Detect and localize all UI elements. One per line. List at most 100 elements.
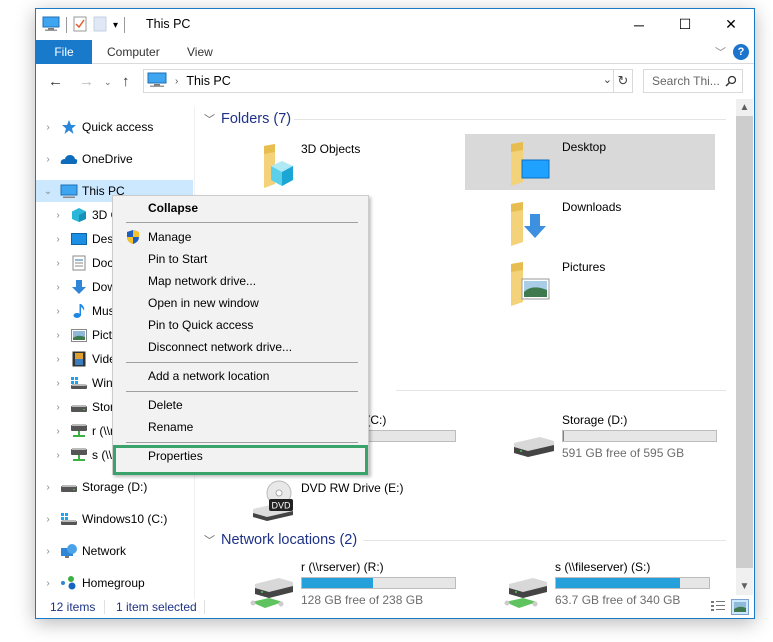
new-folder-qat-icon[interactable] [93, 16, 107, 35]
menu-item-map-network-drive[interactable]: Map network drive... [115, 270, 367, 292]
nav-item-label: Quick access [82, 120, 154, 134]
drive-usage-fill [556, 578, 681, 588]
drive-tile-dvd-e[interactable]: DVD DVD RW Drive (E:) [204, 479, 454, 537]
expand-chevron-icon[interactable]: › [52, 258, 64, 269]
close-button[interactable]: ✕ [708, 9, 754, 40]
properties-qat-icon[interactable] [73, 16, 87, 35]
network-drive-icon [70, 447, 88, 463]
expand-chevron-icon[interactable]: › [52, 234, 64, 245]
folder-tile-3d-objects[interactable]: 3D Objects [204, 136, 454, 192]
tab-computer[interactable]: Computer [107, 40, 160, 64]
folder-tile-desktop[interactable]: Desktop [465, 134, 715, 190]
address-dropdown-icon[interactable]: ⌄ [603, 73, 612, 86]
menu-item-delete[interactable]: Delete [115, 394, 367, 416]
expand-chevron-icon[interactable]: › [42, 482, 54, 493]
menu-item-collapse[interactable]: Collapse [115, 197, 367, 219]
expand-chevron-icon[interactable]: › [52, 210, 64, 221]
expand-chevron-icon[interactable]: › [52, 354, 64, 365]
network-icon [60, 543, 78, 559]
menu-item-add-network-location[interactable]: Add a network location [115, 365, 367, 387]
expand-ribbon-icon[interactable]: ﹀ [715, 44, 726, 60]
folder-tile-downloads[interactable]: Downloads [465, 194, 715, 250]
menu-separator [126, 442, 358, 443]
minimize-button[interactable]: ─ [616, 9, 662, 40]
nav-item-quick-access[interactable]: › Quick access [36, 116, 193, 138]
search-input[interactable]: Search Thi... [643, 69, 743, 93]
nav-item-label: OneDrive [82, 152, 133, 166]
folders-group-header[interactable]: ﹀ Folders (7) [204, 109, 291, 129]
drive-name: r (\\rserver) (R:) [301, 560, 384, 574]
nav-item-homegroup[interactable]: › Homegroup [36, 572, 193, 594]
collapse-group-chevron-icon[interactable]: ﹀ [204, 111, 215, 127]
menu-separator [126, 222, 358, 223]
menu-item-rename[interactable]: Rename [115, 416, 367, 438]
scrollbar-thumb[interactable] [736, 116, 753, 568]
navigation-bar: ← → ⌄ ↑ › This PC ⌄ ↻ Search Thi... [36, 64, 754, 100]
3d-objects-icon [70, 207, 88, 223]
recent-locations-button[interactable]: ⌄ [104, 77, 112, 88]
folder-tile-pictures[interactable]: Pictures [465, 254, 715, 310]
menu-item-pin-to-start[interactable]: Pin to Start [115, 248, 367, 270]
drive-icon [70, 399, 88, 415]
expand-chevron-icon[interactable]: › [42, 546, 54, 557]
scroll-down-icon[interactable]: ▼ [736, 578, 753, 595]
computer-icon [147, 72, 167, 91]
customize-qat-icon[interactable]: ▾ [113, 20, 118, 31]
search-icon[interactable] [725, 70, 737, 94]
expand-chevron-icon[interactable]: › [52, 402, 64, 413]
scroll-up-icon[interactable]: ▲ [736, 99, 753, 116]
collapse-chevron-icon[interactable]: ⌄ [42, 186, 54, 197]
details-view-icon[interactable] [710, 600, 726, 617]
network-drive-icon [70, 423, 88, 439]
vertical-scrollbar[interactable]: ▲ ▼ [736, 99, 753, 595]
expand-chevron-icon[interactable]: › [42, 154, 54, 165]
maximize-button[interactable]: ☐ [662, 9, 708, 40]
drive-tile-storage-d[interactable]: Storage (D:) 591 GB free of 595 GB [465, 413, 717, 469]
expand-chevron-icon[interactable]: › [42, 122, 54, 133]
forward-button[interactable]: → [79, 73, 94, 90]
expand-chevron-icon[interactable]: › [52, 282, 64, 293]
nav-item-storage-d-root[interactable]: › Storage (D:) [36, 476, 193, 498]
windows-drive-icon [60, 511, 78, 527]
refresh-button[interactable]: ↻ [613, 70, 632, 92]
back-button[interactable]: ← [48, 73, 63, 90]
drive-icon [510, 423, 558, 463]
folder-pictures-icon [510, 260, 558, 308]
large-icons-view-icon[interactable] [731, 599, 749, 615]
tab-file[interactable]: File [36, 40, 92, 64]
group-divider [396, 390, 726, 391]
nav-item-onedrive[interactable]: › OneDrive [36, 148, 193, 170]
expand-chevron-icon[interactable]: › [52, 306, 64, 317]
help-icon[interactable]: ? [733, 44, 749, 60]
expand-chevron-icon[interactable]: › [52, 450, 64, 461]
menu-item-open-in-new-window[interactable]: Open in new window [115, 292, 367, 314]
expand-chevron-icon[interactable]: › [42, 514, 54, 525]
menu-item-pin-to-quick-access[interactable]: Pin to Quick access [115, 314, 367, 336]
menu-item-disconnect-network-drive[interactable]: Disconnect network drive... [115, 336, 367, 358]
expand-chevron-icon[interactable]: › [52, 378, 64, 389]
search-placeholder: Search Thi... [652, 74, 720, 88]
star-icon [60, 119, 78, 135]
up-button[interactable]: ↑ [122, 73, 130, 90]
collapse-group-chevron-icon[interactable]: ﹀ [204, 532, 215, 548]
nav-item-network[interactable]: › Network [36, 540, 193, 562]
drive-name: DVD RW Drive (E:) [301, 481, 404, 495]
address-bar[interactable]: › This PC ⌄ ↻ [143, 69, 633, 93]
expand-chevron-icon[interactable]: › [52, 426, 64, 437]
breadcrumb-this-pc[interactable]: This PC [186, 74, 230, 88]
nav-item-windows10-c-root[interactable]: › Windows10 (C:) [36, 508, 193, 530]
breadcrumb-separator-icon[interactable]: › [175, 76, 178, 87]
dvd-drive-icon: DVD [249, 479, 297, 521]
menu-item-manage[interactable]: Manage [115, 226, 367, 248]
nav-item-label: Windows10 (C:) [82, 512, 168, 526]
folder-name: Downloads [562, 200, 622, 214]
expand-chevron-icon[interactable]: › [52, 330, 64, 341]
context-menu: Collapse Manage Pin to Start Map network… [112, 195, 369, 475]
folder-name: Pictures [562, 260, 606, 274]
tab-view[interactable]: View [187, 40, 213, 64]
window-title: This PC [146, 17, 191, 31]
ribbon-tabs: File Computer View ﹀ ? [36, 40, 754, 64]
network-group-header[interactable]: ﹀ Network locations (2) [204, 530, 357, 550]
nav-item-label: Storage (D:) [82, 480, 148, 494]
expand-chevron-icon[interactable]: › [42, 578, 54, 589]
